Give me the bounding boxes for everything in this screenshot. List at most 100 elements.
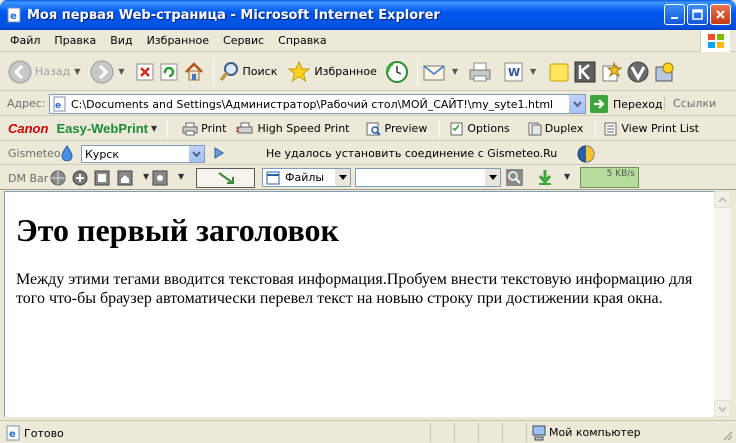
view-print-list-button[interactable]: View Print List bbox=[604, 122, 699, 136]
search-icon bbox=[219, 61, 238, 81]
files-select[interactable]: Файлы bbox=[262, 168, 351, 187]
status-cell bbox=[454, 423, 478, 442]
tools-button[interactable] bbox=[654, 61, 676, 83]
easy-webprint-menu[interactable]: Easy-WebPrint bbox=[56, 121, 148, 136]
forward-button[interactable]: ▼ bbox=[90, 60, 125, 84]
scroll-down-button[interactable] bbox=[714, 400, 731, 417]
dm-monitor-box[interactable] bbox=[196, 168, 255, 188]
water-drop-icon[interactable] bbox=[60, 145, 74, 161]
discuss-button[interactable] bbox=[548, 61, 570, 83]
chevron-up-icon bbox=[718, 196, 727, 203]
menu-bar: Файл Правка Вид Избранное Сервис Справка bbox=[0, 30, 736, 52]
maximize-button[interactable] bbox=[687, 4, 708, 25]
svg-text:W: W bbox=[508, 66, 520, 79]
chevron-down-icon bbox=[718, 405, 727, 412]
download-cursor-icon bbox=[218, 172, 234, 184]
status-cell bbox=[502, 423, 526, 442]
files-dropdown-button[interactable] bbox=[334, 169, 350, 186]
globe-icon[interactable] bbox=[577, 145, 595, 163]
toolbar-separator bbox=[595, 119, 597, 138]
close-button[interactable] bbox=[710, 4, 731, 25]
mail-dropdown-icon[interactable]: ▼ bbox=[452, 67, 458, 76]
dm-search-dropdown-button[interactable] bbox=[484, 169, 500, 186]
vertical-scrollbar[interactable] bbox=[714, 191, 731, 417]
k-button[interactable] bbox=[574, 61, 596, 83]
k-logo-icon bbox=[574, 61, 596, 82]
fast-printer-icon bbox=[236, 122, 253, 133]
refresh-button[interactable] bbox=[159, 62, 179, 82]
city-dropdown-button[interactable] bbox=[188, 146, 204, 162]
search-button[interactable]: Поиск bbox=[218, 61, 277, 83]
dm-home-icon[interactable] bbox=[117, 170, 133, 186]
back-button[interactable]: Назад ▼ bbox=[8, 60, 80, 84]
dm-globe-icon[interactable] bbox=[50, 170, 66, 186]
forward-dropdown-icon[interactable]: ▼ bbox=[118, 67, 124, 76]
edit-word-button[interactable]: W ▼ bbox=[502, 61, 536, 83]
menu-tools[interactable]: Сервис bbox=[216, 34, 271, 47]
download-arrow-icon[interactable] bbox=[537, 169, 553, 186]
my-computer-icon bbox=[532, 425, 546, 440]
download-dropdown-icon[interactable]: ▼ bbox=[564, 172, 570, 181]
menu-edit[interactable]: Правка bbox=[47, 34, 103, 47]
forward-arrow-icon bbox=[90, 60, 114, 83]
resize-grip-icon[interactable] bbox=[721, 429, 733, 441]
refresh-icon bbox=[160, 63, 178, 80]
print-icon bbox=[469, 62, 491, 81]
high-speed-print-button[interactable]: High Speed Print bbox=[236, 122, 350, 136]
duplex-button[interactable]: Duplex bbox=[528, 122, 583, 136]
dm-add-icon[interactable] bbox=[72, 170, 88, 186]
chevron-down-icon bbox=[572, 101, 582, 107]
address-input[interactable]: e C:\Documents and Settings\Администрато… bbox=[49, 94, 586, 114]
favorites-star-icon bbox=[287, 60, 311, 82]
dm-windows-icon[interactable] bbox=[94, 170, 110, 186]
window-title: Моя первая Web-страница - Microsoft Inte… bbox=[27, 7, 440, 23]
city-select[interactable]: Курск bbox=[81, 145, 205, 163]
menu-favorites[interactable]: Избранное bbox=[140, 34, 216, 47]
menu-file[interactable]: Файл bbox=[0, 34, 47, 47]
play-arrow-icon[interactable] bbox=[214, 147, 224, 159]
options-button[interactable]: Options bbox=[450, 122, 510, 136]
security-zone: Мой компьютер bbox=[526, 423, 641, 442]
standard-toolbar: Назад ▼ ▼ Поиск Избранное ▼ W ▼ bbox=[0, 53, 736, 91]
edit-dropdown-icon[interactable]: ▼ bbox=[530, 67, 536, 76]
canon-print-button[interactable]: Print bbox=[182, 122, 226, 136]
dm-search-select[interactable] bbox=[355, 168, 501, 187]
research-button[interactable] bbox=[600, 60, 623, 83]
svg-text:e: e bbox=[55, 101, 61, 111]
menu-view[interactable]: Вид bbox=[103, 34, 139, 47]
favorites-button[interactable]: Избранное bbox=[287, 60, 377, 84]
toolbar-separator bbox=[212, 58, 214, 85]
duplex-icon bbox=[528, 122, 542, 135]
svg-text:e: e bbox=[10, 11, 17, 22]
gismeteo-label: Gismeteo bbox=[8, 147, 61, 160]
go-button[interactable]: Переход bbox=[590, 95, 663, 113]
word-document-icon: W bbox=[504, 62, 523, 81]
page-heading: Это первый заголовок bbox=[16, 212, 339, 248]
ewp-dropdown-icon[interactable]: ▼ bbox=[151, 124, 157, 133]
minimize-button[interactable] bbox=[664, 4, 685, 25]
dm-settings-icon[interactable] bbox=[152, 170, 168, 186]
stop-button[interactable] bbox=[135, 62, 155, 82]
preview-button[interactable]: Preview bbox=[366, 122, 427, 136]
close-icon bbox=[716, 10, 725, 19]
links-button[interactable]: Ссылки bbox=[664, 97, 716, 110]
dm-dropdown-icon[interactable]: ▼ bbox=[143, 172, 149, 181]
triangle-down-icon bbox=[338, 175, 347, 180]
messenger-button[interactable] bbox=[626, 60, 650, 84]
address-dropdown-button[interactable] bbox=[568, 95, 585, 113]
scroll-up-button[interactable] bbox=[714, 191, 731, 208]
back-dropdown-icon[interactable]: ▼ bbox=[74, 67, 80, 76]
maximize-icon bbox=[692, 9, 703, 20]
print-button[interactable] bbox=[468, 61, 492, 83]
menu-help[interactable]: Справка bbox=[271, 34, 333, 47]
ie-page-icon: e bbox=[6, 7, 22, 23]
printer-icon bbox=[182, 122, 198, 135]
home-button[interactable] bbox=[183, 61, 205, 83]
gismeteo-toolbar: Gismeteo Курск Не удалось установить сое… bbox=[0, 142, 736, 165]
toolbar-separator bbox=[439, 119, 441, 138]
go-arrow-icon bbox=[590, 95, 608, 113]
dm-settings-dropdown-icon[interactable]: ▼ bbox=[178, 172, 184, 181]
dm-search-icon[interactable] bbox=[506, 169, 523, 186]
mail-button[interactable]: ▼ bbox=[422, 61, 458, 83]
history-button[interactable] bbox=[385, 60, 409, 84]
